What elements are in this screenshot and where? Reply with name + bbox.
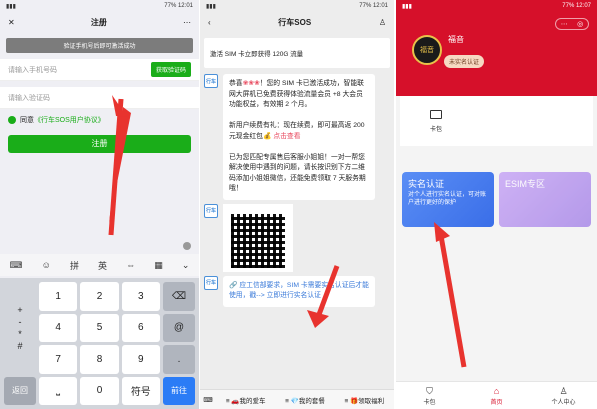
bot-avatar: 行车 — [204, 74, 218, 88]
key-5[interactable]: 5 — [80, 313, 119, 342]
bot-avatar: 行车 — [204, 203, 218, 218]
emoji-icon[interactable]: ☺ — [42, 260, 51, 270]
numeric-keyboard: + - * # 1 2 3 ⌫ 4 5 6 @ 7 8 9 . 返回 ⎵ 0 符… — [0, 278, 199, 409]
tab-home[interactable]: ⌂ 首页 — [463, 382, 530, 409]
get-code-button[interactable]: 获取验证码 — [150, 62, 191, 77]
english-tool[interactable]: 英 — [98, 259, 107, 272]
card-label[interactable]: 卡包 — [430, 124, 442, 133]
qr-code-icon — [231, 213, 285, 268]
store-logo: 福音 — [412, 35, 442, 65]
red-arrow-icon — [108, 95, 131, 236]
chat-message: 行车 — [204, 203, 390, 272]
keyboard-toolbar: ⌨ ☺ 拼 英 ⇔ ▦ ⌄ — [0, 254, 199, 276]
key-8[interactable]: 8 — [80, 345, 119, 374]
key-at[interactable]: @ — [162, 313, 195, 342]
tab-card[interactable]: ⛉ 卡包 — [396, 382, 463, 409]
status-bar: ▮▮▮ 77% 12:01 — [206, 3, 388, 10]
person-icon[interactable]: ♙ — [379, 18, 386, 27]
more-icon[interactable]: ⋯ — [183, 18, 191, 27]
collapse-icon[interactable]: ⌄ — [182, 260, 190, 271]
miniapp-capsule[interactable]: ⋯ ◎ — [555, 18, 589, 30]
red-arrow-icon — [434, 222, 467, 368]
check-icon[interactable] — [8, 116, 16, 124]
pinyin-tool[interactable]: 拼 — [70, 259, 79, 272]
key-7[interactable]: 7 — [39, 345, 78, 374]
keyboard-icon[interactable]: ⌨ — [10, 260, 23, 271]
signal-icon: ▮▮▮ — [206, 3, 216, 10]
real-name-auth-tile[interactable]: 实名认证 对个人进行实名认证，可对账户进行更好的保护 — [402, 172, 494, 227]
person-icon: ♙ — [559, 385, 568, 396]
signal-icon: ▮▮▮ — [6, 3, 16, 10]
feature-tiles: 实名认证 对个人进行实名认证，可对账户进行更好的保护 ESIM专区 — [402, 172, 591, 227]
card-section: 卡包 — [400, 96, 593, 146]
backspace-icon[interactable]: ⌫ — [162, 282, 195, 311]
code-input[interactable]: 请输入验证码 — [8, 93, 50, 103]
qr-code-image[interactable] — [223, 203, 293, 272]
link-icon: 🔗 — [229, 281, 238, 289]
register-screen: ▮▮▮ 77% 12:01 ✕ 注册 ⋯ 验证手机号后即可激活成功 请输入手机号… — [0, 0, 199, 409]
nav-bar: ✕ 注册 ⋯ — [0, 12, 199, 32]
symbol-key[interactable]: 符号 — [121, 376, 160, 405]
keypad-icon[interactable]: ▦ — [154, 260, 163, 271]
promo-banner[interactable]: 激活 SIM 卡立即获得 120G 流量 — [204, 38, 390, 68]
profile-screen: ▮▮▮ 77% 12:07 ⋯ ◎ 福音 福音 未实名认证 卡包 实名认证 对个人… — [396, 0, 597, 409]
close-circle-icon[interactable]: ◎ — [577, 20, 583, 28]
phone-row: 请输入手机号码 获取验证码 — [0, 59, 199, 81]
key-2[interactable]: 2 — [80, 282, 119, 311]
space-key[interactable]: ⎵ — [39, 376, 78, 405]
menu-my-plan[interactable]: ≡ 💎我的套餐 — [275, 395, 334, 405]
moneybag-icon: 💰 — [262, 132, 272, 140]
verify-message[interactable]: 🔗 应工信部要求，SIM 卡需要实名认证后才能使用，戳--> 立即进行实名认证 — [223, 275, 375, 307]
chat-screen: ▮▮▮ 77% 12:01 ‹ 行车SOS ♙ 激活 SIM 卡立即获得 120… — [200, 0, 394, 409]
key-1[interactable]: 1 — [39, 282, 78, 311]
key-4[interactable]: 4 — [39, 313, 78, 342]
notice-banner: 验证手机号后即可激活成功 — [6, 38, 193, 53]
bot-avatar: 行车 — [204, 275, 218, 290]
home-icon: ⌂ — [493, 385, 500, 396]
store-name: 福音 — [448, 35, 464, 44]
menu-benefits[interactable]: ≡ 🎁领取福利 — [335, 395, 394, 405]
rose-icon: ❀❀❀ — [242, 80, 260, 87]
status-bar: ▮▮▮ 77% 12:07 — [402, 3, 591, 10]
card-icon[interactable] — [430, 110, 442, 119]
chat-menu-bar: ⌨ ≡ 🚗我的爱车 ≡ 💎我的套餐 ≡ 🎁领取福利 — [200, 389, 394, 409]
user-icon — [183, 242, 191, 250]
key-9[interactable]: 9 — [121, 345, 160, 374]
symbol-column[interactable]: + - * # — [4, 282, 36, 374]
status-bar: ▮▮▮ 77% 12:01 — [6, 3, 193, 10]
page-title: 注册 — [90, 17, 107, 27]
back-key[interactable]: 返回 — [4, 376, 36, 405]
shield-icon: ⛉ — [426, 385, 433, 396]
chat-message: 行车 恭喜❀❀❀！您的 SIM 卡已激活成功，智能联网大屏机已免费获得体验流量会… — [204, 74, 390, 200]
message-bubble: 恭喜❀❀❀！您的 SIM 卡已激活成功，智能联网大屏机已免费获得体验流量会员 +… — [223, 74, 375, 200]
view-link[interactable]: 点击查看 — [273, 133, 300, 140]
esim-tile[interactable]: ESIM专区 — [499, 172, 591, 227]
menu-my-car[interactable]: ≡ 🚗我的爱车 — [216, 395, 275, 405]
chat-message: 行车 🔗 应工信部要求，SIM 卡需要实名认证后才能使用，戳--> 立即进行实名… — [204, 275, 390, 307]
key-dot[interactable]: . — [162, 345, 195, 374]
phone-input[interactable]: 请输入手机号码 — [8, 65, 57, 75]
close-icon[interactable]: ✕ — [8, 18, 15, 27]
tab-profile[interactable]: ♙ 个人中心 — [530, 382, 597, 409]
cursor-icon[interactable]: ⇔ — [126, 260, 135, 270]
red-arrow-icon — [307, 265, 340, 328]
tab-bar: ⛉ 卡包 ⌂ 首页 ♙ 个人中心 — [396, 381, 597, 409]
signal-icon: ▮▮▮ — [402, 3, 412, 10]
nav-bar: ‹ 行车SOS ♙ — [200, 12, 394, 32]
keyboard-icon[interactable]: ⌨ — [200, 396, 216, 404]
key-3[interactable]: 3 — [121, 282, 160, 311]
chat-title: 行车SOS — [278, 17, 312, 27]
key-0[interactable]: 0 — [80, 376, 119, 405]
header-banner: ▮▮▮ 77% 12:07 ⋯ ◎ 福音 福音 未实名认证 — [396, 0, 597, 96]
auth-status-badge[interactable]: 未实名认证 — [444, 55, 485, 68]
key-6[interactable]: 6 — [121, 313, 160, 342]
more-icon[interactable]: ⋯ — [561, 20, 568, 28]
go-key[interactable]: 前往 — [162, 376, 195, 405]
